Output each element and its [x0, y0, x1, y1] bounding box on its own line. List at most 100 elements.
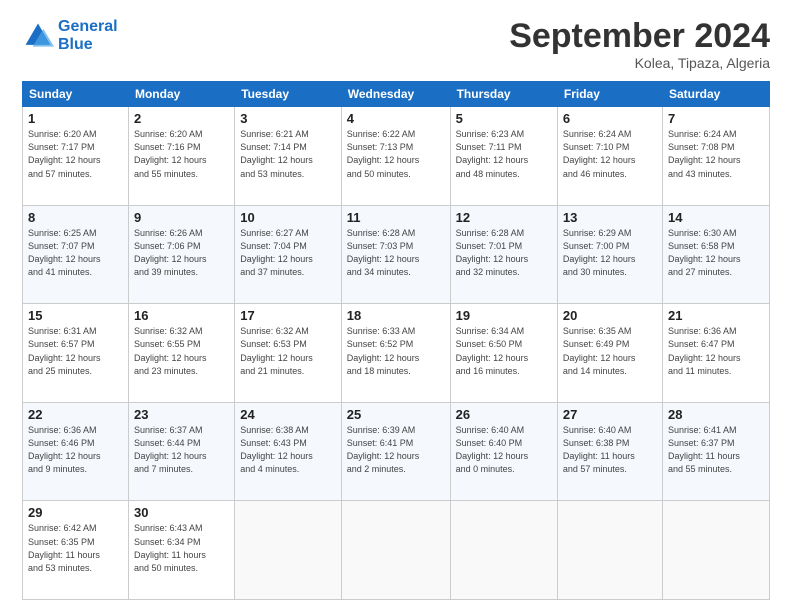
day-number: 20 — [563, 308, 657, 323]
day-info: Sunrise: 6:32 AM Sunset: 6:55 PM Dayligh… — [134, 325, 229, 377]
day-info: Sunrise: 6:28 AM Sunset: 7:01 PM Dayligh… — [456, 227, 552, 279]
day-number: 4 — [347, 111, 445, 126]
table-row: 21Sunrise: 6:36 AM Sunset: 6:47 PM Dayli… — [662, 304, 769, 403]
day-number: 10 — [240, 210, 336, 225]
day-number: 17 — [240, 308, 336, 323]
day-info: Sunrise: 6:36 AM Sunset: 6:46 PM Dayligh… — [28, 424, 123, 476]
day-number: 1 — [28, 111, 123, 126]
day-number: 5 — [456, 111, 552, 126]
table-row: 11 Sunrise: 6:28 AM Sunset: 7:03 PM Dayli… — [341, 205, 450, 304]
table-row: 7 Sunrise: 6:24 AM Sunset: 7:08 PM Daylig… — [662, 107, 769, 206]
table-row: 26 Sunrise: 6:40 AM Sunset: 6:40 PM Dayli… — [450, 402, 557, 501]
day-info: Sunrise: 6:43 AM Sunset: 6:34 PM Dayligh… — [134, 522, 229, 574]
day-number: 18 — [347, 308, 445, 323]
day-info: Sunrise: 6:39 AM Sunset: 6:41 PM Dayligh… — [347, 424, 445, 476]
day-info: Sunrise: 6:31 AM Sunset: 6:57 PM Dayligh… — [28, 325, 123, 377]
day-number: 30 — [134, 505, 229, 520]
calendar-week-row: 29 Sunrise: 6:42 AM Sunset: 6:35 PM Dayli… — [23, 501, 770, 600]
table-row: 17 Sunrise: 6:32 AM Sunset: 6:53 PM Dayli… — [235, 304, 342, 403]
day-info: Sunrise: 6:40 AM Sunset: 6:40 PM Dayligh… — [456, 424, 552, 476]
day-info: Sunrise: 6:40 AM Sunset: 6:38 PM Dayligh… — [563, 424, 657, 476]
col-thursday: Thursday — [450, 82, 557, 107]
table-row: 4Sunrise: 6:22 AM Sunset: 7:13 PM Daylig… — [341, 107, 450, 206]
calendar-week-row: 8 Sunrise: 6:25 AM Sunset: 7:07 PM Daylig… — [23, 205, 770, 304]
day-number: 8 — [28, 210, 123, 225]
table-row: 30 Sunrise: 6:43 AM Sunset: 6:34 PM Dayli… — [128, 501, 234, 600]
day-number: 3 — [240, 111, 336, 126]
title-block: September 2024 Kolea, Tipaza, Algeria — [509, 18, 770, 71]
table-row: 23 Sunrise: 6:37 AM Sunset: 6:44 PM Dayli… — [128, 402, 234, 501]
day-info: Sunrise: 6:24 AM Sunset: 7:08 PM Dayligh… — [668, 128, 764, 180]
calendar-table: Sunday Monday Tuesday Wednesday Thursday… — [22, 81, 770, 600]
table-row — [235, 501, 342, 600]
day-info: Sunrise: 6:20 AM Sunset: 7:16 PM Dayligh… — [134, 128, 229, 180]
day-number: 9 — [134, 210, 229, 225]
calendar-header-row: Sunday Monday Tuesday Wednesday Thursday… — [23, 82, 770, 107]
table-row: 27Sunrise: 6:40 AM Sunset: 6:38 PM Dayli… — [557, 402, 662, 501]
table-row: 15 Sunrise: 6:31 AM Sunset: 6:57 PM Dayli… — [23, 304, 129, 403]
table-row: 6 Sunrise: 6:24 AM Sunset: 7:10 PM Daylig… — [557, 107, 662, 206]
table-row: 19Sunrise: 6:34 AM Sunset: 6:50 PM Dayli… — [450, 304, 557, 403]
day-info: Sunrise: 6:41 AM Sunset: 6:37 PM Dayligh… — [668, 424, 764, 476]
table-row: 8 Sunrise: 6:25 AM Sunset: 7:07 PM Daylig… — [23, 205, 129, 304]
day-info: Sunrise: 6:35 AM Sunset: 6:49 PM Dayligh… — [563, 325, 657, 377]
day-number: 25 — [347, 407, 445, 422]
day-number: 6 — [563, 111, 657, 126]
table-row: 24 Sunrise: 6:38 AM Sunset: 6:43 PM Dayli… — [235, 402, 342, 501]
table-row: 5 Sunrise: 6:23 AM Sunset: 7:11 PM Daylig… — [450, 107, 557, 206]
table-row: 29 Sunrise: 6:42 AM Sunset: 6:35 PM Dayli… — [23, 501, 129, 600]
table-row — [662, 501, 769, 600]
day-number: 15 — [28, 308, 123, 323]
day-info: Sunrise: 6:27 AM Sunset: 7:04 PM Dayligh… — [240, 227, 336, 279]
day-number: 23 — [134, 407, 229, 422]
day-number: 22 — [28, 407, 123, 422]
day-number: 24 — [240, 407, 336, 422]
logo-text: General Blue — [58, 18, 118, 54]
day-info: Sunrise: 6:29 AM Sunset: 7:00 PM Dayligh… — [563, 227, 657, 279]
day-info: Sunrise: 6:21 AM Sunset: 7:14 PM Dayligh… — [240, 128, 336, 180]
table-row: 16 Sunrise: 6:32 AM Sunset: 6:55 PM Dayli… — [128, 304, 234, 403]
day-info: Sunrise: 6:42 AM Sunset: 6:35 PM Dayligh… — [28, 522, 123, 574]
day-number: 28 — [668, 407, 764, 422]
table-row: 1 Sunrise: 6:20 AM Sunset: 7:17 PM Daylig… — [23, 107, 129, 206]
day-info: Sunrise: 6:20 AM Sunset: 7:17 PM Dayligh… — [28, 128, 123, 180]
day-info: Sunrise: 6:32 AM Sunset: 6:53 PM Dayligh… — [240, 325, 336, 377]
col-wednesday: Wednesday — [341, 82, 450, 107]
day-info: Sunrise: 6:26 AM Sunset: 7:06 PM Dayligh… — [134, 227, 229, 279]
day-number: 26 — [456, 407, 552, 422]
calendar-week-row: 22 Sunrise: 6:36 AM Sunset: 6:46 PM Dayli… — [23, 402, 770, 501]
table-row: 25 Sunrise: 6:39 AM Sunset: 6:41 PM Dayli… — [341, 402, 450, 501]
day-number: 16 — [134, 308, 229, 323]
table-row: 12Sunrise: 6:28 AM Sunset: 7:01 PM Dayli… — [450, 205, 557, 304]
col-saturday: Saturday — [662, 82, 769, 107]
day-number: 7 — [668, 111, 764, 126]
day-number: 14 — [668, 210, 764, 225]
day-info: Sunrise: 6:30 AM Sunset: 6:58 PM Dayligh… — [668, 227, 764, 279]
page: General Blue September 2024 Kolea, Tipaz… — [0, 0, 792, 612]
col-tuesday: Tuesday — [235, 82, 342, 107]
table-row: 10 Sunrise: 6:27 AM Sunset: 7:04 PM Dayli… — [235, 205, 342, 304]
day-info: Sunrise: 6:28 AM Sunset: 7:03 PM Dayligh… — [347, 227, 445, 279]
table-row: 3 Sunrise: 6:21 AM Sunset: 7:14 PM Daylig… — [235, 107, 342, 206]
table-row — [557, 501, 662, 600]
day-number: 2 — [134, 111, 229, 126]
day-number: 11 — [347, 210, 445, 225]
day-info: Sunrise: 6:24 AM Sunset: 7:10 PM Dayligh… — [563, 128, 657, 180]
table-row: 14 Sunrise: 6:30 AM Sunset: 6:58 PM Dayli… — [662, 205, 769, 304]
day-info: Sunrise: 6:37 AM Sunset: 6:44 PM Dayligh… — [134, 424, 229, 476]
day-info: Sunrise: 6:38 AM Sunset: 6:43 PM Dayligh… — [240, 424, 336, 476]
table-row — [450, 501, 557, 600]
day-number: 29 — [28, 505, 123, 520]
table-row: 28 Sunrise: 6:41 AM Sunset: 6:37 PM Dayli… — [662, 402, 769, 501]
table-row — [341, 501, 450, 600]
month-title: September 2024 — [509, 18, 770, 55]
table-row: 20 Sunrise: 6:35 AM Sunset: 6:49 PM Dayli… — [557, 304, 662, 403]
day-info: Sunrise: 6:25 AM Sunset: 7:07 PM Dayligh… — [28, 227, 123, 279]
table-row: 22 Sunrise: 6:36 AM Sunset: 6:46 PM Dayli… — [23, 402, 129, 501]
table-row: 13 Sunrise: 6:29 AM Sunset: 7:00 PM Dayli… — [557, 205, 662, 304]
table-row: 2 Sunrise: 6:20 AM Sunset: 7:16 PM Daylig… — [128, 107, 234, 206]
day-info: Sunrise: 6:23 AM Sunset: 7:11 PM Dayligh… — [456, 128, 552, 180]
day-number: 19 — [456, 308, 552, 323]
table-row: 18Sunrise: 6:33 AM Sunset: 6:52 PM Dayli… — [341, 304, 450, 403]
day-number: 13 — [563, 210, 657, 225]
